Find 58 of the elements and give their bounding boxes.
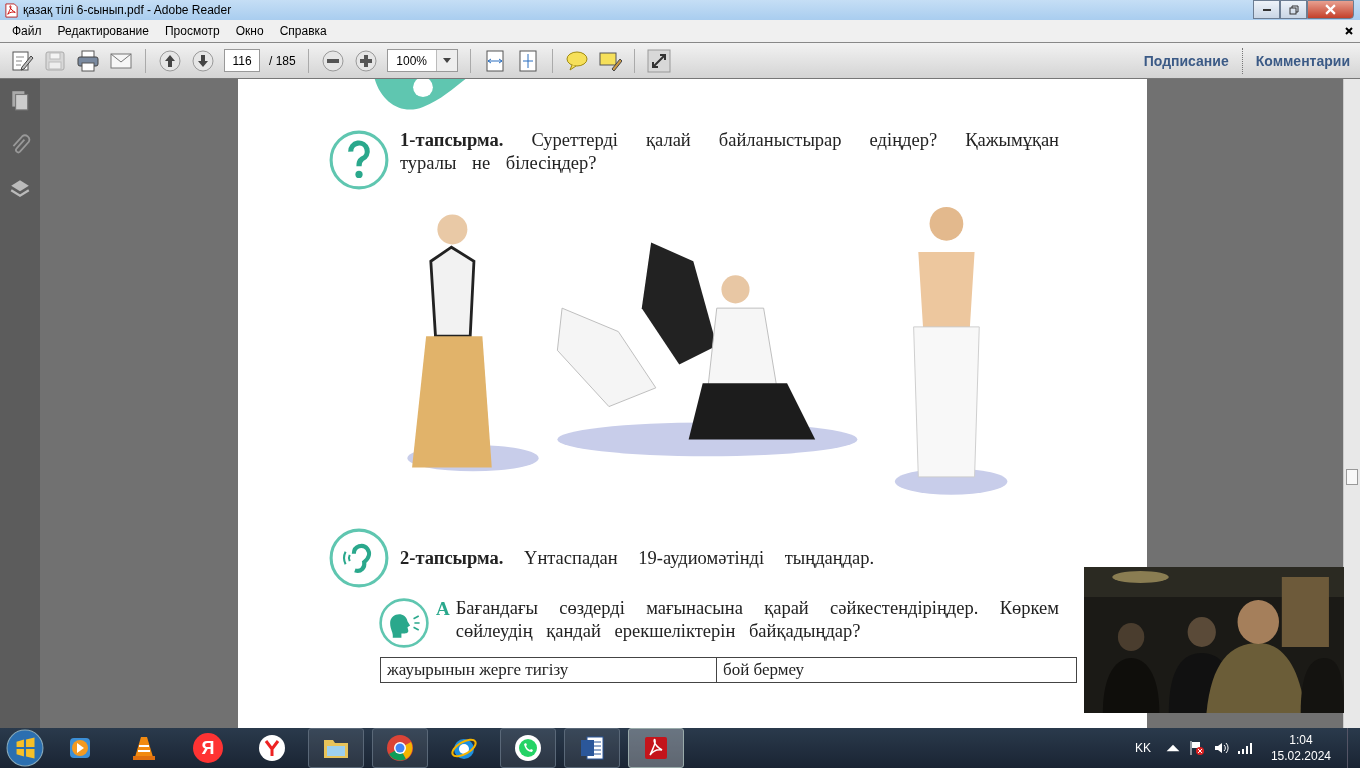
caret-icon <box>442 58 451 63</box>
acrobat-icon <box>642 734 670 762</box>
taskbar-button[interactable] <box>308 728 364 768</box>
toolbar-link[interactable]: Подписание <box>1143 52 1229 69</box>
minimize-button[interactable] <box>1253 0 1280 19</box>
signal-icon[interactable] <box>1236 740 1253 756</box>
window-title: қазақ тілі 6-сынып.pdf - Adobe Reader <box>23 3 232 17</box>
start-button[interactable] <box>6 729 44 767</box>
document-icon <box>578 734 606 762</box>
speaking-head-icon <box>378 597 430 649</box>
minimize-icon <box>1262 8 1271 11</box>
pdf-file-icon <box>4 2 19 18</box>
previous-page-icon[interactable] <box>158 48 182 73</box>
table-cell-text: жауырынын жерге тигізу <box>386 659 570 681</box>
task-text: 2-тапсырма. Үнтаспадан 19-аудиомәтінді тыңдаңдар. <box>400 546 875 570</box>
expand-icon[interactable] <box>646 48 671 73</box>
taskbar-button[interactable] <box>500 728 556 768</box>
task-text: 1-тапсырма. Суреттерді қалай байланыстырар едіңдер? Қажымұқан туралы не білесіңдер? <box>400 129 1059 175</box>
exercise-letter: А <box>436 597 450 621</box>
close-button[interactable] <box>1307 0 1354 19</box>
restore-icon <box>1288 4 1299 15</box>
menu-item[interactable]: Редактирование <box>49 24 157 38</box>
chrome-icon <box>386 734 414 762</box>
zoom-out-icon[interactable] <box>320 48 345 73</box>
menu-item[interactable]: Справка <box>271 24 335 38</box>
traffic-cone-icon <box>130 734 158 762</box>
pages-icon[interactable] <box>9 89 31 111</box>
toolbar-link[interactable]: Комментарии <box>1255 52 1350 69</box>
close-icon[interactable] <box>1345 27 1353 35</box>
question-icon <box>328 129 390 191</box>
taskbar-button[interactable] <box>372 728 428 768</box>
zoom-dropdown[interactable]: 100% <box>386 49 458 72</box>
clock-time: 1:04 <box>1289 732 1313 748</box>
menu-item[interactable]: Просмотр <box>156 24 228 38</box>
next-page-icon[interactable] <box>191 48 215 73</box>
restore-button[interactable] <box>1280 0 1307 19</box>
page-total: / 185 <box>269 53 296 68</box>
yandex-icon: Я <box>193 733 223 763</box>
ear-icon <box>328 527 390 589</box>
task-text: Бағандағы сөздерді мағынасына қарай сәйкестендіріңдер. Көркем сөйлеудің қандай ерекшеліктерін байқадыңдар? <box>455 597 1059 643</box>
clock-date: 15.02.2024 <box>1270 748 1331 764</box>
edit-icon[interactable] <box>10 48 34 73</box>
print-icon[interactable] <box>76 48 100 73</box>
menu-item[interactable]: Окно <box>227 24 272 38</box>
close-icon <box>1325 4 1336 15</box>
speaker-icon[interactable] <box>1212 740 1229 756</box>
taskbar-button[interactable]: Я <box>180 728 236 768</box>
comment-icon[interactable] <box>564 48 589 73</box>
table-cell: бой бермеу <box>716 658 1076 682</box>
scrollbar[interactable] <box>1343 79 1360 728</box>
language-indicator[interactable]: KK <box>1134 741 1151 755</box>
taskbar-button[interactable] <box>564 728 620 768</box>
flag-icon[interactable] <box>1188 740 1205 756</box>
zoom-in-icon[interactable] <box>353 48 378 73</box>
browser-icon <box>258 734 286 762</box>
whatsapp-icon <box>514 734 542 762</box>
menu-item[interactable]: Файл <box>4 24 50 38</box>
page-number-field[interactable]: 116 <box>224 49 260 72</box>
